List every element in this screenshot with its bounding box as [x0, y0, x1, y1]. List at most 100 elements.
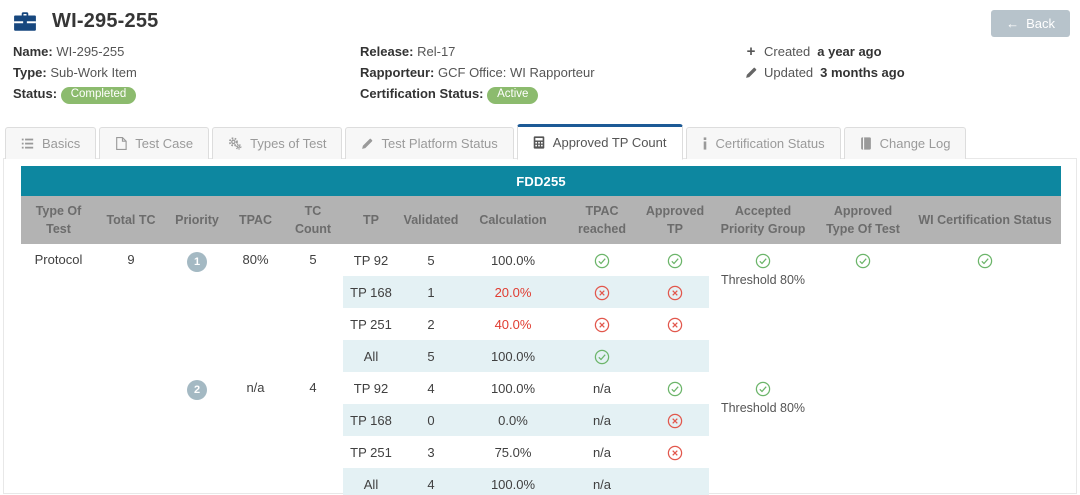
column-header-wi-certification-status: WI Certification Status: [909, 196, 1061, 244]
cell-validated: 4: [399, 468, 463, 495]
release-line: Release: Rel-17: [360, 41, 745, 62]
info-icon: [702, 137, 708, 150]
cell-calculation: 20.0%: [463, 276, 563, 308]
cell-approved-tp: [641, 276, 709, 308]
cell-calculation: 100.0%: [463, 468, 563, 495]
check-circle-icon: [594, 349, 610, 365]
cell-calculation: 100.0%: [463, 372, 563, 404]
page-header: WI-295-255 ← Back: [0, 0, 1080, 35]
tab-basics[interactable]: Basics: [5, 127, 96, 159]
cell-validated: 0: [399, 404, 463, 436]
cell-tpac-reached: n/a: [563, 436, 641, 468]
rapporteur-label: Rapporteur:: [360, 65, 434, 80]
info-column-release: Release: Rel-17 Rapporteur: GCF Office: …: [360, 41, 745, 104]
cross-circle-icon: [667, 445, 683, 461]
info-column-meta: + Created a year ago Updated 3 months ag…: [745, 41, 1064, 104]
file-icon: [115, 137, 127, 150]
certification-status-line: Certification Status: Active: [360, 83, 745, 104]
column-header-approved-tp: Approved TP: [641, 196, 709, 244]
status-line: Status: Completed: [13, 83, 360, 104]
cell-calculation: 75.0%: [463, 436, 563, 468]
cell-tc-count: 4: [283, 372, 343, 495]
cell-tpac: 80%: [228, 244, 283, 372]
rapporteur-value: GCF Office: WI Rapporteur: [438, 65, 595, 80]
column-header-tc-count: TC Count: [283, 196, 343, 244]
cross-circle-icon: [667, 317, 683, 333]
tab-test-case[interactable]: Test Case: [99, 127, 209, 159]
check-circle-icon: [755, 253, 771, 269]
table-group-caption-row: FDD255: [21, 166, 1061, 196]
tab-label: Approved TP Count: [553, 135, 667, 150]
name-label: Name:: [13, 44, 53, 59]
page-title: WI-295-255: [52, 10, 159, 33]
check-circle-icon: [977, 253, 993, 269]
check-circle-icon: [855, 253, 871, 269]
cell-tp: TP 251: [343, 436, 399, 468]
cell-approved-tp: [641, 340, 709, 372]
book-icon: [860, 137, 872, 150]
cell-validated: 1: [399, 276, 463, 308]
info-bar: Name: WI-295-255 Type: Sub-Work Item Sta…: [0, 35, 1080, 112]
back-arrow-icon: ←: [1006, 16, 1019, 31]
column-header-tpac: TPAC: [228, 196, 283, 244]
cell-calculation: 0.0%: [463, 404, 563, 436]
tab-label: Test Case: [135, 136, 193, 151]
cell-validated: 5: [399, 340, 463, 372]
cell-approved-type-of-test: [817, 244, 909, 495]
name-line: Name: WI-295-255: [13, 41, 360, 62]
cell-calculation: 100.0%: [463, 340, 563, 372]
approved-tp-count-table: FDD255 Type Of TestTotal TCPriorityTPACT…: [21, 166, 1061, 495]
tab-types-of-test[interactable]: Types of Test: [212, 127, 342, 159]
table-row: Protocol9180%5TP 925100.0%Threshold 80%: [21, 244, 1061, 276]
tab-content-pane: FDD255 Type Of TestTotal TCPriorityTPACT…: [3, 158, 1077, 494]
tab-label: Test Platform Status: [381, 136, 497, 151]
tab-label: Certification Status: [716, 136, 825, 151]
rapporteur-line: Rapporteur: GCF Office: WI Rapporteur: [360, 62, 745, 83]
column-header-total-tc: Total TC: [96, 196, 166, 244]
priority-badge: 1: [187, 252, 207, 272]
updated-line: Updated 3 months ago: [745, 62, 1064, 83]
status-label: Status:: [13, 86, 57, 101]
cell-priority: 1: [166, 244, 228, 372]
cell-tpac-reached: n/a: [563, 372, 641, 404]
cross-circle-icon: [667, 285, 683, 301]
type-label: Type:: [13, 65, 47, 80]
certification-status-label: Certification Status:: [360, 86, 484, 101]
back-button[interactable]: ← Back: [991, 10, 1070, 37]
back-button-label: Back: [1026, 16, 1055, 31]
table-header-row: Type Of TestTotal TCPriorityTPACTC Count…: [21, 196, 1061, 244]
tab-label: Basics: [42, 136, 80, 151]
cell-tpac-reached: n/a: [563, 468, 641, 495]
type-line: Type: Sub-Work Item: [13, 62, 360, 83]
cell-tpac-reached: [563, 276, 641, 308]
tab-change-log[interactable]: Change Log: [844, 127, 967, 159]
briefcase-icon: [13, 11, 37, 32]
updated-label: Updated: [764, 62, 813, 83]
cell-tp: TP 92: [343, 372, 399, 404]
cell-tp: All: [343, 468, 399, 495]
tab-bar: Basics Test Case Types of Test Test Platfor…: [0, 124, 1080, 159]
plus-icon: +: [745, 41, 757, 62]
created-label: Created: [764, 41, 810, 62]
tab-certification-status[interactable]: Certification Status: [686, 127, 841, 159]
check-circle-icon: [594, 253, 610, 269]
column-header-validated: Validated: [399, 196, 463, 244]
check-circle-icon: [667, 253, 683, 269]
list-icon: [21, 137, 34, 150]
tab-approved-tp-count[interactable]: Approved TP Count: [517, 124, 683, 160]
check-circle-icon: [755, 381, 771, 397]
column-header-approved-type-of-test: Approved Type Of Test: [817, 196, 909, 244]
tab-test-platform-status[interactable]: Test Platform Status: [345, 127, 513, 159]
cell-tpac-reached: [563, 340, 641, 372]
info-column-identity: Name: WI-295-255 Type: Sub-Work Item Sta…: [13, 41, 360, 104]
pencil-icon: [361, 138, 373, 150]
column-header-type-of-test: Type Of Test: [21, 196, 96, 244]
cell-tp: TP 168: [343, 404, 399, 436]
column-header-tp: TP: [343, 196, 399, 244]
threshold-label: Threshold 80%: [712, 400, 814, 417]
certification-status-badge: Active: [487, 87, 538, 105]
cell-approved-tp: [641, 436, 709, 468]
cell-validated: 4: [399, 372, 463, 404]
cell-tpac-reached: [563, 244, 641, 276]
cell-tpac-reached: [563, 308, 641, 340]
